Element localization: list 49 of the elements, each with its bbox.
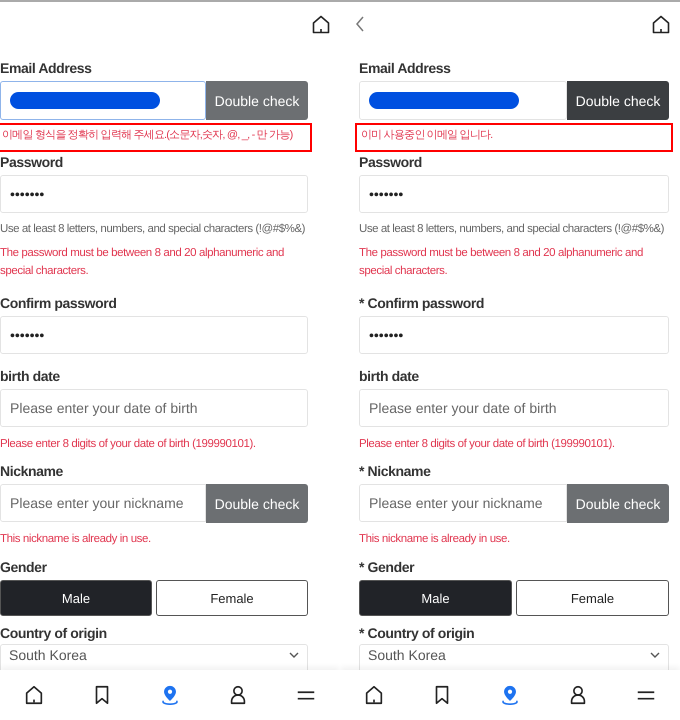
error-message: Please enter 8 digits of your date of birth (199990101). — [0, 436, 257, 452]
home-icon — [363, 684, 385, 706]
password-field[interactable]: ••••••• — [0, 175, 308, 214]
field-label: Email Address — [0, 60, 93, 76]
error-message: 이메일 형식을 정확히 입력해 주세요.(소문자,숫자, @, _, - 만 가능) — [2, 128, 294, 143]
error-message: The password must be between 8 and 20 alphanumeric and special characters. — [0, 246, 285, 279]
field-label: Email Address — [359, 60, 452, 76]
error-message: Please enter 8 digits of your date of birth (199990101). — [359, 436, 616, 452]
double-check-button[interactable]: Double check — [206, 484, 308, 524]
gender-option[interactable]: Female — [516, 580, 669, 616]
field-label: Nickname — [0, 463, 64, 480]
chevron-down-icon — [289, 652, 299, 658]
field-label: * Gender — [359, 559, 416, 576]
double-check-button[interactable]: Double check — [567, 484, 669, 524]
chevron-down-icon — [650, 652, 660, 658]
field-label: * Nickname — [359, 463, 432, 480]
gender-option[interactable]: Male — [359, 580, 512, 616]
field-label: Confirm password — [0, 294, 118, 311]
birth-date-field[interactable]: Please enter your date of birth — [0, 388, 308, 427]
home-icon[interactable] — [312, 14, 330, 34]
gender-option[interactable]: Male — [0, 580, 152, 616]
password-field[interactable]: ••••••• — [359, 175, 669, 214]
back-icon[interactable] — [355, 16, 365, 32]
home-icon[interactable] — [652, 14, 670, 34]
password-field[interactable]: ••••••• — [359, 316, 669, 354]
field-label: Gender — [0, 559, 48, 576]
field-label: Password — [359, 154, 423, 170]
home-icon — [23, 684, 45, 706]
location-pin-icon — [499, 684, 521, 706]
field-label: birth date — [0, 368, 61, 384]
password-hint: Use at least 8 letters, numbers, and special characters (!@#$%&) — [359, 223, 666, 236]
double-check-button[interactable]: Double check — [206, 81, 308, 120]
error-message: This nickname is already in use. — [0, 532, 152, 548]
nickname-field[interactable]: Please enter your nickname — [0, 484, 206, 522]
nickname-field[interactable]: Please enter your nickname — [359, 484, 567, 522]
password-field[interactable]: ••••••• — [0, 316, 308, 354]
password-hint: Use at least 8 letters, numbers, and special characters (!@#$%&) — [0, 223, 306, 236]
field-label: birth date — [359, 368, 420, 384]
field-label: * Confirm password — [359, 294, 486, 311]
error-message: This nickname is already in use. — [359, 532, 511, 548]
email-field[interactable] — [0, 81, 206, 120]
error-message: 이미 사용중인 이메일 입니다. — [361, 128, 494, 143]
birth-date-field[interactable]: Please enter your date of birth — [359, 388, 669, 427]
gender-option[interactable]: Female — [156, 580, 308, 616]
error-message: The password must be between 8 and 20 alphanumeric and special characters. — [359, 246, 644, 279]
double-check-button[interactable]: Double check — [567, 81, 669, 120]
field-label: * Country of origin — [359, 625, 476, 642]
field-label: Password — [0, 154, 64, 170]
field-label: Country of origin — [0, 625, 108, 642]
